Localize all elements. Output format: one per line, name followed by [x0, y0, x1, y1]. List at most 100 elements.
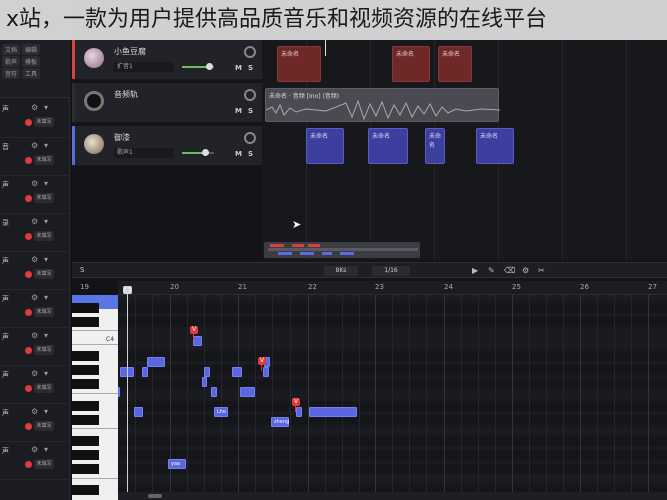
- solo-button[interactable]: S: [248, 150, 253, 158]
- list-item[interactable]: 声 ⚙ ▾ 未填写: [0, 290, 70, 328]
- list-item[interactable]: 声 ⚙ ▾ 未填写: [0, 252, 70, 290]
- mute-button[interactable]: M: [235, 64, 242, 72]
- scissors-icon[interactable]: ✂: [538, 266, 545, 275]
- mute-button[interactable]: M: [235, 150, 242, 158]
- piano-ruler[interactable]: 19 20 21 22 23 24 25 26 27: [80, 281, 667, 295]
- tag-document[interactable]: 文档: [2, 44, 21, 55]
- piano-keyboard[interactable]: C4: [72, 295, 118, 500]
- note[interactable]: [309, 407, 357, 417]
- note[interactable]: [211, 387, 217, 397]
- more-icon[interactable]: ▾: [44, 255, 48, 264]
- audio-clip[interactable]: 未命名 · 音频 [Ino] (音频): [265, 88, 500, 122]
- list-item[interactable]: 声 ⚙ ▾ 未填写: [0, 176, 70, 214]
- quantize-select[interactable]: 1/16: [372, 266, 410, 276]
- clip[interactable]: 未命名: [425, 128, 445, 164]
- item-button[interactable]: 未填写: [34, 307, 54, 317]
- tempo-field[interactable]: 8Ks: [324, 266, 358, 276]
- note[interactable]: [193, 336, 202, 346]
- clip[interactable]: 未命名: [438, 46, 472, 82]
- item-button[interactable]: 未填写: [34, 421, 54, 431]
- note[interactable]: yaa: [168, 459, 186, 469]
- more-icon[interactable]: ▾: [44, 103, 48, 112]
- vibrato-marker[interactable]: V: [190, 326, 198, 340]
- note[interactable]: [232, 367, 242, 377]
- arrange-playhead[interactable]: [325, 40, 326, 56]
- pencil-icon[interactable]: ✎: [488, 266, 495, 275]
- voice-select[interactable]: 扩音1: [114, 62, 174, 72]
- list-item[interactable]: 声 ⚙ ▾ 未填写: [0, 404, 70, 442]
- tag-template[interactable]: 模板: [22, 56, 41, 67]
- item-button[interactable]: 未填写: [34, 345, 54, 355]
- eraser-icon[interactable]: ⌫: [504, 266, 515, 275]
- solo-button[interactable]: S: [248, 64, 253, 72]
- pan-knob[interactable]: [244, 132, 256, 144]
- pan-knob[interactable]: [244, 46, 256, 58]
- note[interactable]: zheng: [271, 417, 289, 427]
- vibrato-marker[interactable]: V: [292, 398, 300, 412]
- tag-tools[interactable]: 工具: [22, 68, 41, 79]
- solo-button[interactable]: S: [248, 107, 253, 115]
- note[interactable]: [296, 407, 302, 417]
- item-button[interactable]: 未填写: [34, 269, 54, 279]
- tag-edit[interactable]: 编辑: [22, 44, 41, 55]
- gear-icon[interactable]: ⚙: [31, 103, 38, 112]
- tag-notes[interactable]: 音符: [2, 68, 21, 79]
- item-button[interactable]: 未填写: [34, 459, 54, 469]
- gear-icon[interactable]: ⚙: [31, 179, 38, 188]
- tag-voice[interactable]: 歌声: [2, 56, 21, 67]
- item-button[interactable]: 未填写: [34, 193, 54, 203]
- item-button[interactable]: 未填写: [34, 231, 54, 241]
- note[interactable]: [204, 367, 210, 377]
- more-icon[interactable]: ▾: [44, 369, 48, 378]
- gear-icon[interactable]: ⚙: [31, 445, 38, 454]
- item-button[interactable]: 未填写: [34, 117, 54, 127]
- item-button[interactable]: 未填写: [34, 383, 54, 393]
- list-item[interactable]: 声 ⚙ ▾ 未填写: [0, 442, 70, 480]
- list-item[interactable]: 声 ⚙ ▾ 未填写: [0, 100, 70, 138]
- voice-select[interactable]: 歌声1: [114, 148, 174, 158]
- more-icon[interactable]: ▾: [44, 407, 48, 416]
- track-audio[interactable]: 音频轨 M S: [72, 83, 262, 123]
- gear-icon[interactable]: ⚙: [31, 141, 38, 150]
- note[interactable]: [263, 367, 269, 377]
- gear-icon[interactable]: ⚙: [31, 217, 38, 226]
- gear-icon[interactable]: ⚙: [522, 266, 529, 275]
- note[interactable]: [202, 377, 207, 387]
- track-xiaoyu[interactable]: 小鱼豆腐 扩音1 M S: [72, 40, 262, 80]
- overview-scrollbar[interactable]: [264, 242, 420, 258]
- more-icon[interactable]: ▾: [44, 331, 48, 340]
- list-item[interactable]: 声 ⚙ ▾ 未填写: [0, 328, 70, 366]
- note[interactable]: [240, 387, 255, 397]
- gear-icon[interactable]: ⚙: [31, 255, 38, 264]
- note[interactable]: [118, 387, 120, 397]
- clip[interactable]: 未命名: [277, 46, 321, 82]
- horizontal-scrollbar[interactable]: [118, 492, 667, 500]
- vibrato-marker[interactable]: V: [258, 357, 266, 371]
- note[interactable]: [134, 407, 143, 417]
- gear-icon[interactable]: ⚙: [31, 331, 38, 340]
- play-icon[interactable]: ▶: [472, 266, 478, 275]
- more-icon[interactable]: ▾: [44, 445, 48, 454]
- more-icon[interactable]: ▾: [44, 217, 48, 226]
- note[interactable]: Lho: [214, 407, 228, 417]
- item-button[interactable]: 未填写: [34, 155, 54, 165]
- clip[interactable]: 未命名: [476, 128, 514, 164]
- gear-icon[interactable]: ⚙: [31, 407, 38, 416]
- mute-button[interactable]: M: [235, 107, 242, 115]
- volume-slider[interactable]: [182, 149, 214, 156]
- scroll-thumb[interactable]: [148, 494, 162, 498]
- clip[interactable]: 未命名: [392, 46, 430, 82]
- volume-slider[interactable]: [182, 63, 214, 70]
- clip[interactable]: 未命名: [306, 128, 344, 164]
- note[interactable]: [147, 357, 165, 367]
- clip[interactable]: 未命名: [368, 128, 408, 164]
- list-item[interactable]: 录 ⚙ ▾ 未填写: [0, 214, 70, 252]
- note[interactable]: [142, 367, 148, 377]
- pan-knob[interactable]: [244, 89, 256, 101]
- track-yuqi[interactable]: 御漆 歌声1 M S: [72, 126, 262, 166]
- arrangement-view[interactable]: 未命名 未命名 未命名 未命名 · 音频 [Ino] (音频) 未命名 未命名 …: [262, 40, 667, 260]
- gear-icon[interactable]: ⚙: [31, 369, 38, 378]
- more-icon[interactable]: ▾: [44, 293, 48, 302]
- piano-playhead[interactable]: [127, 286, 128, 500]
- gear-icon[interactable]: ⚙: [31, 293, 38, 302]
